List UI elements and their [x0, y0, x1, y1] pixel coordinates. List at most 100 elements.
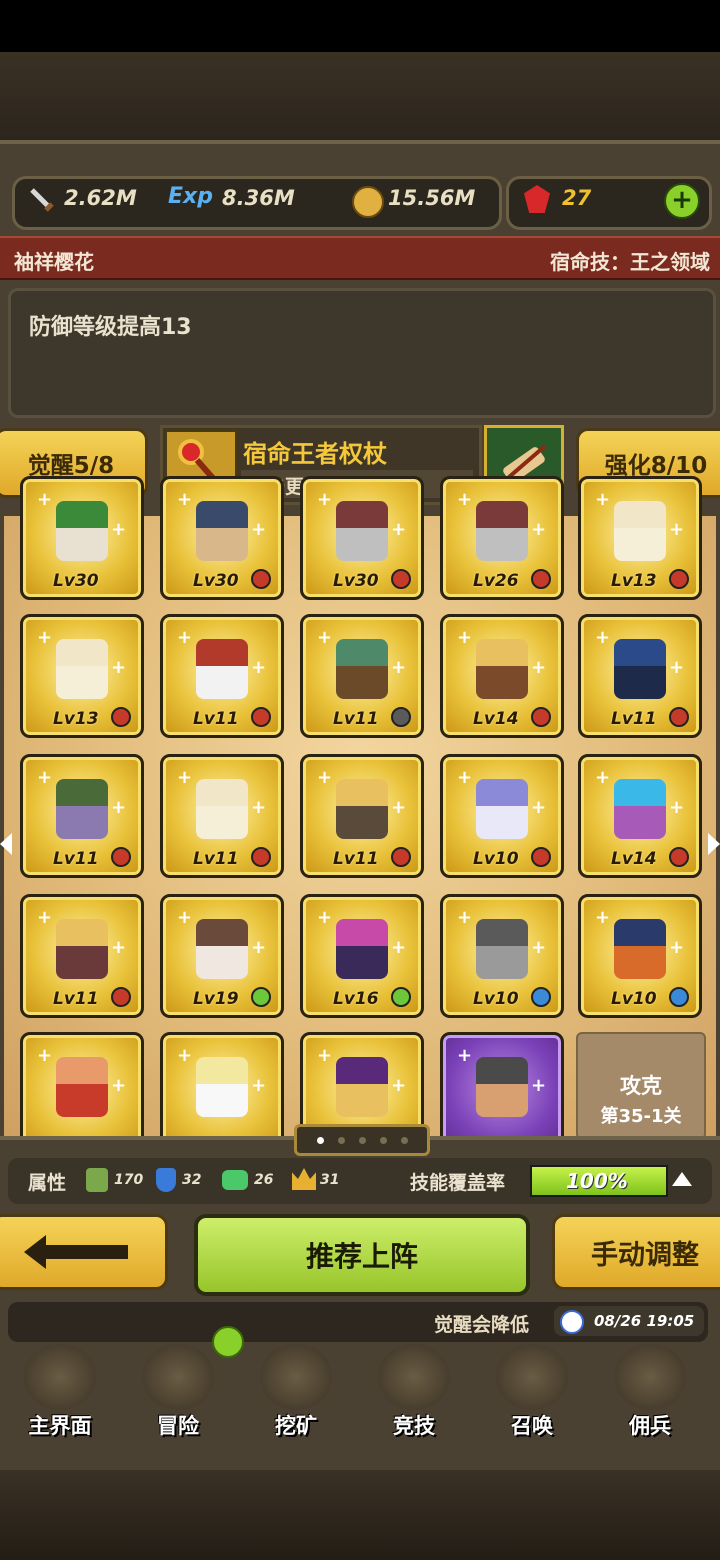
hero-title-bar: 袖祥樱花 宿命技：王之领域 — [0, 236, 720, 280]
red-status-icon — [669, 707, 689, 727]
page-dot — [316, 1136, 324, 1144]
sparkle-icon: + — [317, 767, 333, 788]
sparkle-icon: + — [317, 489, 333, 510]
recommend-button[interactable]: 推荐上阵 — [194, 1214, 530, 1296]
red-status-icon — [111, 707, 131, 727]
hero-card[interactable]: + + Lv11 — [20, 894, 144, 1018]
blue-status-icon — [669, 987, 689, 1007]
red-status-icon — [111, 987, 131, 1007]
sparkle-icon: + — [531, 937, 547, 958]
map-scroll-icon — [24, 1344, 96, 1410]
hero-card[interactable]: + + Lv30 — [160, 476, 284, 600]
nature-icon — [86, 1168, 108, 1192]
sparkle-icon: + — [669, 519, 685, 540]
attr-value-3: 26 — [254, 1172, 274, 1188]
crown-icon — [292, 1168, 316, 1190]
hero-card[interactable]: + + Lv13 — [578, 476, 702, 600]
nav-item[interactable]: 主界面 — [6, 1336, 114, 1446]
hero-level: Lv30 — [53, 571, 99, 591]
sparkle-icon: + — [457, 907, 473, 928]
hero-portrait — [56, 501, 108, 561]
hero-level: Lv13 — [611, 571, 657, 591]
hero-card[interactable]: + + Lv14 — [578, 754, 702, 878]
sparkle-icon: + — [251, 937, 267, 958]
hero-portrait — [196, 501, 248, 561]
summon-scroll-icon — [496, 1344, 568, 1410]
hero-card[interactable]: + + Lv13 — [20, 614, 144, 738]
hero-portrait — [336, 919, 388, 979]
sparkle-icon: + — [111, 797, 127, 818]
hero-portrait — [196, 1057, 248, 1117]
sparkle-icon: + — [251, 657, 267, 678]
sparkle-icon: + — [177, 1045, 193, 1066]
red-status-icon — [251, 847, 271, 867]
nav-item[interactable]: 竞技 — [360, 1336, 468, 1446]
nav-item[interactable]: 挖矿 — [242, 1336, 350, 1446]
hero-card[interactable]: + + Lv11 — [160, 614, 284, 738]
nav-item[interactable]: 召唤 — [478, 1336, 586, 1446]
red-status-icon — [111, 847, 131, 867]
hero-card[interactable]: + + Lv11 — [300, 754, 424, 878]
hero-card[interactable]: + + Lv14 — [440, 614, 564, 738]
hero-level: Lv11 — [193, 709, 239, 729]
sparkle-icon: + — [669, 797, 685, 818]
sparkle-icon: + — [457, 627, 473, 648]
gem-value: 27 — [562, 186, 592, 210]
hero-card[interactable]: + + Lv10 — [578, 894, 702, 1018]
hero-card[interactable]: + + Lv30 — [20, 476, 144, 600]
skill-coverage-value: 100% — [566, 1169, 628, 1193]
hero-card[interactable]: + + Lv10 — [440, 754, 564, 878]
locked-title: 攻克 — [620, 1074, 662, 1098]
collapse-arrow-icon[interactable] — [672, 1172, 692, 1186]
sparkle-icon: + — [457, 1045, 473, 1066]
attribute-label: 属性 — [28, 1172, 67, 1194]
tent-icon — [614, 1344, 686, 1410]
hero-card[interactable]: + + Lv11 — [578, 614, 702, 738]
hero-portrait — [56, 779, 108, 839]
manual-adjust-button[interactable]: 手动调整 — [552, 1214, 720, 1290]
sparkle-icon: + — [37, 489, 53, 510]
hero-level: Lv11 — [333, 849, 379, 869]
blue-status-icon — [531, 987, 551, 1007]
red-status-icon — [391, 569, 411, 589]
hero-card[interactable]: + + Lv11 — [300, 614, 424, 738]
sparkle-icon: + — [111, 519, 127, 540]
sparkle-icon: + — [391, 657, 407, 678]
hero-level: Lv13 — [53, 709, 99, 729]
hero-card[interactable]: + + Lv11 — [160, 754, 284, 878]
page-dot — [400, 1136, 408, 1144]
hero-portrait — [614, 501, 666, 561]
sparkle-icon: + — [37, 1045, 53, 1066]
pickaxe-icon — [260, 1344, 332, 1410]
hero-portrait — [336, 1057, 388, 1117]
hero-card[interactable]: + + Lv11 — [20, 754, 144, 878]
sparkle-icon: + — [177, 489, 193, 510]
attr-value-4: 31 — [320, 1172, 340, 1188]
red-status-icon — [251, 569, 271, 589]
description-box: 防御等级提高13 — [8, 288, 716, 418]
back-button[interactable] — [0, 1214, 168, 1290]
sparkle-icon: + — [251, 797, 267, 818]
hero-level: Lv14 — [473, 709, 519, 729]
hero-level: Lv11 — [53, 989, 99, 1009]
crossed-swords-icon — [378, 1344, 450, 1410]
page-indicator[interactable] — [294, 1124, 430, 1156]
hero-card[interactable]: + + Lv30 — [300, 476, 424, 600]
hero-card[interactable]: + + Lv10 — [440, 894, 564, 1018]
hero-card[interactable]: + + Lv26 — [440, 476, 564, 600]
locked-slot: 攻克 第35-1关 — [576, 1032, 706, 1140]
add-gem-button[interactable]: + — [664, 183, 700, 219]
map-background-bottom — [0, 1470, 720, 1560]
hero-level: Lv30 — [193, 571, 239, 591]
hero-name: 袖祥樱花 — [14, 250, 94, 274]
status-bar — [0, 0, 720, 52]
hero-portrait — [476, 501, 528, 561]
nav-item[interactable]: 佣兵 — [596, 1336, 704, 1446]
hero-card[interactable]: + + Lv19 — [160, 894, 284, 1018]
exp-value: 8.36M — [222, 186, 295, 210]
gold-value: 15.56M — [388, 186, 476, 210]
page-dot — [358, 1136, 366, 1144]
sparkle-icon: + — [37, 767, 53, 788]
sword-icon — [26, 184, 56, 214]
hero-card[interactable]: + + Lv16 — [300, 894, 424, 1018]
